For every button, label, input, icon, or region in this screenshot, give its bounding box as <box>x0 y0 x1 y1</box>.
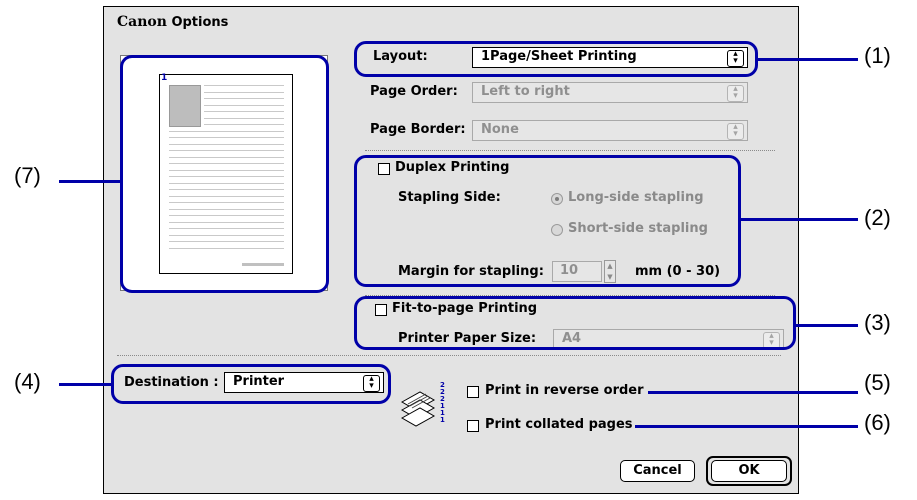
callout-label-7: (7) <box>14 163 41 188</box>
callout-box-3 <box>354 296 796 350</box>
callout-leader-5 <box>648 391 858 394</box>
callout-leader-6 <box>635 425 858 428</box>
dialog-title: Canon Options <box>117 14 228 30</box>
dialog-title-text: Options <box>171 15 229 30</box>
page-border-popup-value: None <box>481 122 519 137</box>
page-order-label: Page Order: <box>370 84 458 99</box>
paper-stack-icon: 2 2 2 1 1 1 <box>400 382 455 434</box>
callout-box-2 <box>354 155 741 287</box>
callout-leader-4 <box>59 383 113 386</box>
page-order-popup[interactable]: Left to right ▴ ▾ <box>472 82 748 103</box>
stack-order-digits: 2 2 2 1 1 1 <box>440 381 445 424</box>
callout-label-2: (2) <box>864 205 891 230</box>
callout-box-1 <box>354 41 758 77</box>
callout-leader-3 <box>795 324 858 327</box>
callout-leader-2 <box>741 218 858 221</box>
collated-label: Print collated pages <box>485 417 633 432</box>
reverse-order-label: Print in reverse order <box>485 383 644 398</box>
callout-leader-7 <box>59 180 122 183</box>
ok-button[interactable]: OK <box>711 460 787 482</box>
page-order-popup-value: Left to right <box>481 84 570 99</box>
page-border-popup[interactable]: None ▴ ▾ <box>472 120 748 141</box>
callout-label-5: (5) <box>864 370 891 395</box>
cancel-button[interactable]: Cancel <box>620 460 695 482</box>
callout-box-7 <box>120 55 329 293</box>
callout-label-3: (3) <box>864 310 891 335</box>
callout-label-6: (6) <box>864 410 891 435</box>
callout-leader-1 <box>756 58 858 61</box>
popup-arrows-icon: ▴ ▾ <box>727 123 744 140</box>
section-divider <box>365 150 775 152</box>
canon-logo: Canon <box>117 14 167 30</box>
callout-box-4 <box>111 364 391 404</box>
callout-label-4: (4) <box>14 369 41 394</box>
collated-checkbox[interactable] <box>467 420 479 432</box>
popup-arrows-icon: ▴ ▾ <box>727 85 744 102</box>
reverse-order-checkbox[interactable] <box>467 386 479 398</box>
page-border-label: Page Border: <box>370 122 466 137</box>
callout-label-1: (1) <box>864 43 891 68</box>
section-divider <box>117 355 781 357</box>
